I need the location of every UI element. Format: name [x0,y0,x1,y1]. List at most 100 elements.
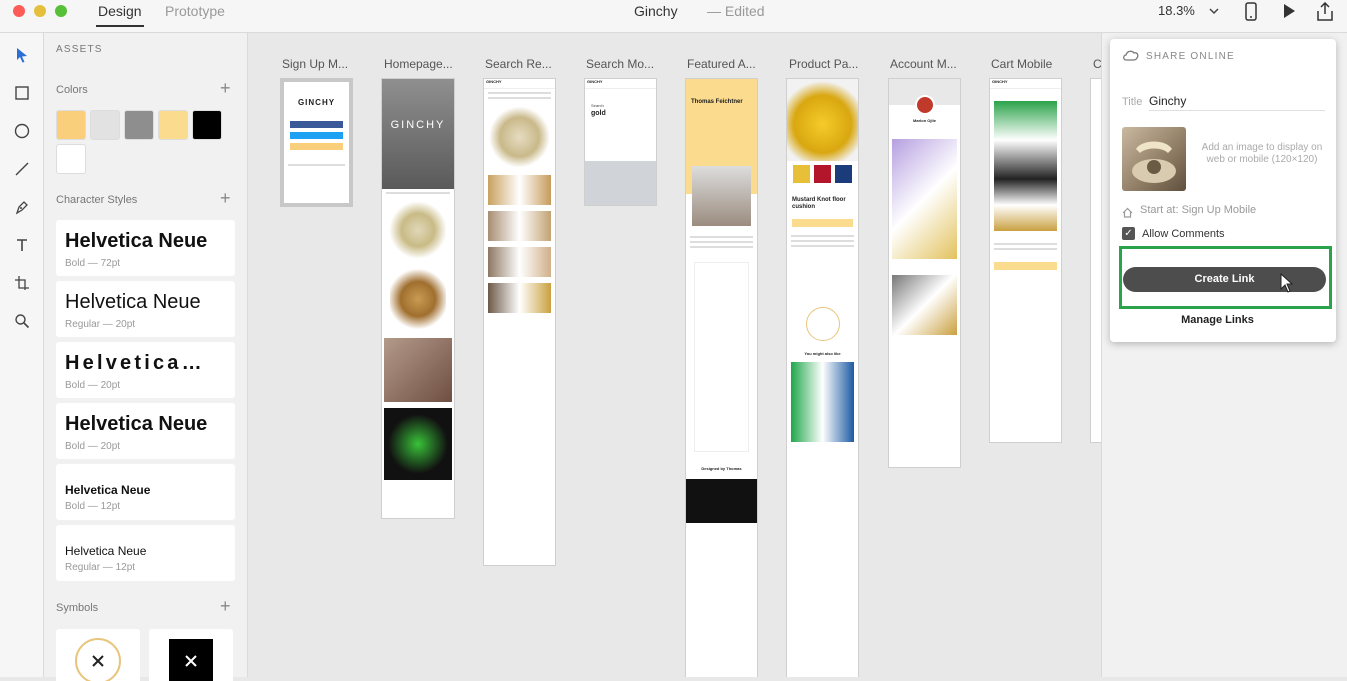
artboard-label[interactable]: Search Mo... [586,57,654,71]
symbol-card[interactable] [149,629,233,681]
add-symbol-button[interactable]: + [220,597,231,615]
artboard-label[interactable]: Featured A... [687,57,756,71]
title-bar: Design Prototype Ginchy — Edited 18.3% [0,0,1347,33]
character-style-card[interactable]: Helvetica Neue Bold — 72pt [56,220,235,276]
artboard-label[interactable]: Homepage... [384,57,453,71]
play-icon[interactable] [1281,3,1297,24]
symbols-title: Symbols [56,602,99,614]
add-character-style-button[interactable]: + [220,189,231,207]
document-status: — Edited [707,3,765,19]
character-style-name: Helvetica Neue [65,291,201,313]
character-style-card[interactable]: Helvetica Neue Regular — 20pt [56,281,235,337]
allow-comments-row[interactable]: ✓ Allow Comments [1122,227,1225,240]
color-swatch[interactable] [90,110,120,140]
image-hint: Add an image to display on web or mobile… [1201,142,1323,165]
text-tool-icon[interactable] [11,234,33,256]
character-style-card[interactable]: Helvetica… Bold — 20pt [56,342,235,398]
artboard-tool-icon[interactable] [11,272,33,294]
maximize-window-button[interactable] [55,5,67,17]
add-color-button[interactable]: + [220,79,231,97]
character-style-card[interactable]: Helvetica Neue Regular — 12pt [56,525,235,581]
character-style-name: Helvetica Neue [65,544,147,558]
artboard-search-term: gold [591,110,606,117]
color-swatch[interactable] [56,144,86,174]
close-circle-icon [75,638,121,681]
artboard-logo: GINCHY [990,79,1061,89]
color-swatch[interactable] [158,110,188,140]
assets-panel: ASSETS Colors + Character Styles + Helve… [44,33,248,681]
link-thumbnail-image[interactable] [1122,127,1186,191]
color-swatch[interactable] [192,110,222,140]
title-field-label: Title [1122,96,1143,108]
artboard-label[interactable]: Search Re... [485,57,552,71]
artboard-label[interactable]: Product Pa... [789,57,858,71]
select-tool-icon[interactable] [11,44,33,66]
character-style-card[interactable]: Helvetica Neue Bold — 12pt [56,464,235,520]
artboard-logo: GINCHY [585,79,656,89]
artboard-logo: GINCHY [484,79,555,89]
artboard-homepage[interactable]: GINCHY [381,78,455,519]
share-icon[interactable] [1316,1,1334,27]
character-styles-title: Character Styles [56,194,138,206]
artboard-logo: GINCHY [390,119,446,131]
artboard-product-page[interactable]: Mustard Knot floor cushion You might als… [786,78,859,677]
tab-prototype[interactable]: Prototype [165,3,225,19]
artboard-partial[interactable] [1090,78,1101,443]
manage-links-link[interactable]: Manage Links [1110,314,1325,326]
line-tool-icon[interactable] [11,158,33,180]
mouse-cursor-icon [1280,272,1294,298]
artboard-featured-name: Thomas Feichtner [691,99,743,105]
share-online-title: SHARE ONLINE [1146,51,1235,62]
character-style-name: Helvetica Neue [65,413,208,435]
design-canvas[interactable]: Sign Up M... Homepage... Search Re... Se… [248,33,1101,677]
tab-design[interactable]: Design [96,3,144,27]
character-style-meta: Bold — 72pt [65,258,121,269]
character-style-name: Helvetica… [65,352,205,374]
telephone-icon [1132,141,1176,183]
character-style-meta: Regular — 20pt [65,319,136,330]
document-title: Ginchy [634,3,678,19]
character-style-name: Helvetica Neue [65,230,208,252]
character-style-meta: Regular — 12pt [65,562,136,573]
artboard-featured-artist[interactable]: Thomas Feichtner Designed by Thomas [685,78,758,677]
home-icon [1122,205,1133,223]
chevron-down-icon[interactable] [1208,4,1220,22]
artboard-search-mobile[interactable]: GINCHY Search gold [584,78,657,206]
allow-comments-checkbox[interactable]: ✓ [1122,227,1135,240]
artboard-account-name: Marlon Ojile [913,118,936,123]
close-window-button[interactable] [13,5,25,17]
creative-cloud-icon [1122,49,1140,68]
zoom-level[interactable]: 18.3% [1158,3,1195,18]
create-link-button[interactable]: Create Link [1123,267,1326,292]
title-input[interactable] [1149,91,1325,111]
artboard-label[interactable]: C [1093,57,1101,71]
character-style-meta: Bold — 20pt [65,441,121,452]
zoom-tool-icon[interactable] [11,310,33,332]
minimize-window-button[interactable] [34,5,46,17]
start-at-text: Start at: Sign Up Mobile [1140,204,1257,216]
artboard-cart-mobile[interactable]: GINCHY [989,78,1062,443]
ellipse-tool-icon[interactable] [11,120,33,142]
pen-tool-icon[interactable] [11,196,33,218]
allow-comments-label: Allow Comments [1142,227,1225,240]
artboard-search-results[interactable]: GINCHY [483,78,556,566]
symbol-card[interactable] [56,629,140,681]
tool-bar [0,33,44,677]
artboard-label[interactable]: Account M... [890,57,957,71]
character-style-name: Helvetica Neue [65,483,151,497]
rectangle-tool-icon[interactable] [11,82,33,104]
character-style-meta: Bold — 12pt [65,501,121,512]
character-style-card[interactable]: Helvetica Neue Bold — 20pt [56,403,235,459]
assets-heading: ASSETS [56,44,103,55]
artboard-label[interactable]: Sign Up M... [282,57,348,71]
artboard-sign-up[interactable]: GINCHY [280,78,353,207]
color-swatch[interactable] [124,110,154,140]
artboard-designed-by: Designed by Thomas [701,466,742,471]
device-preview-icon[interactable] [1244,2,1258,27]
color-swatch[interactable] [56,110,86,140]
artboard-label[interactable]: Cart Mobile [991,57,1052,71]
artboard-also-like: You might also like [804,351,841,356]
artboard-account-mobile[interactable]: Marlon Ojile [888,78,961,468]
close-square-icon [169,639,213,681]
character-style-meta: Bold — 20pt [65,380,121,391]
